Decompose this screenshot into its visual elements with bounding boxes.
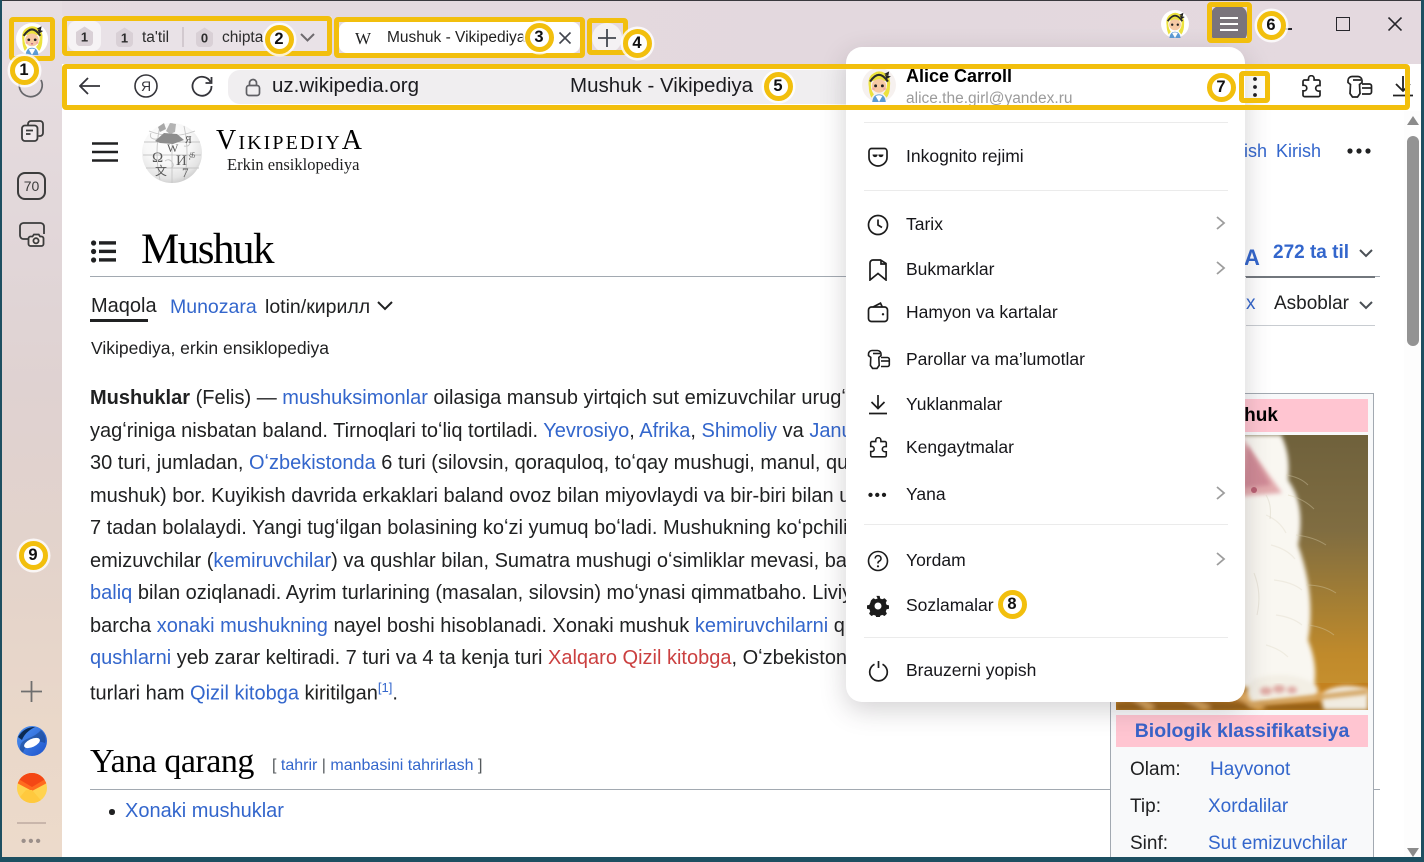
svg-text:7: 7 (182, 165, 189, 180)
svg-text:த: த (189, 149, 196, 160)
svg-text:0: 0 (201, 31, 208, 46)
svg-text:文: 文 (155, 163, 167, 178)
svg-text:Я: Я (185, 135, 192, 146)
svg-text:1: 1 (81, 30, 88, 45)
svg-text:Я: Я (141, 78, 151, 94)
svg-text:1: 1 (121, 31, 128, 46)
